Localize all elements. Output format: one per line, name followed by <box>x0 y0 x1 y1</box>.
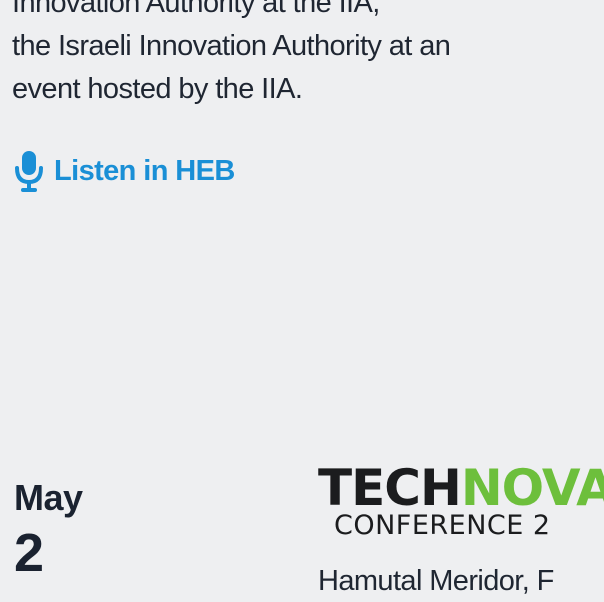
event-date: May 2 <box>14 478 134 584</box>
description-line-1: Innovation Authority at the IIA, <box>12 0 380 19</box>
technova-logo: TECHNOVA CONFERENCE 2 <box>318 462 604 546</box>
event-description: Innovation Authority at the IIA, the Isr… <box>12 0 604 111</box>
logo-word-tech: TECH <box>318 462 462 517</box>
logo-subtitle: CONFERENCE 2 <box>334 510 551 541</box>
logo-wordmark: TECHNOVA <box>318 462 604 516</box>
event-speaker-text: Hamutal Meridor, F <box>318 565 554 597</box>
description-line-3: event hosted by the IIA. <box>12 73 303 105</box>
logo-word-nova: NOVA <box>460 462 604 517</box>
description-line-2: the Israeli Innovation Authority at an <box>12 30 451 62</box>
listen-in-heb-link[interactable]: Listen in HEB <box>12 145 235 197</box>
event-day: 2 <box>14 523 45 583</box>
listen-label: Listen in HEB <box>54 154 235 187</box>
event-month: May <box>14 477 83 518</box>
microphone-icon <box>15 151 43 192</box>
